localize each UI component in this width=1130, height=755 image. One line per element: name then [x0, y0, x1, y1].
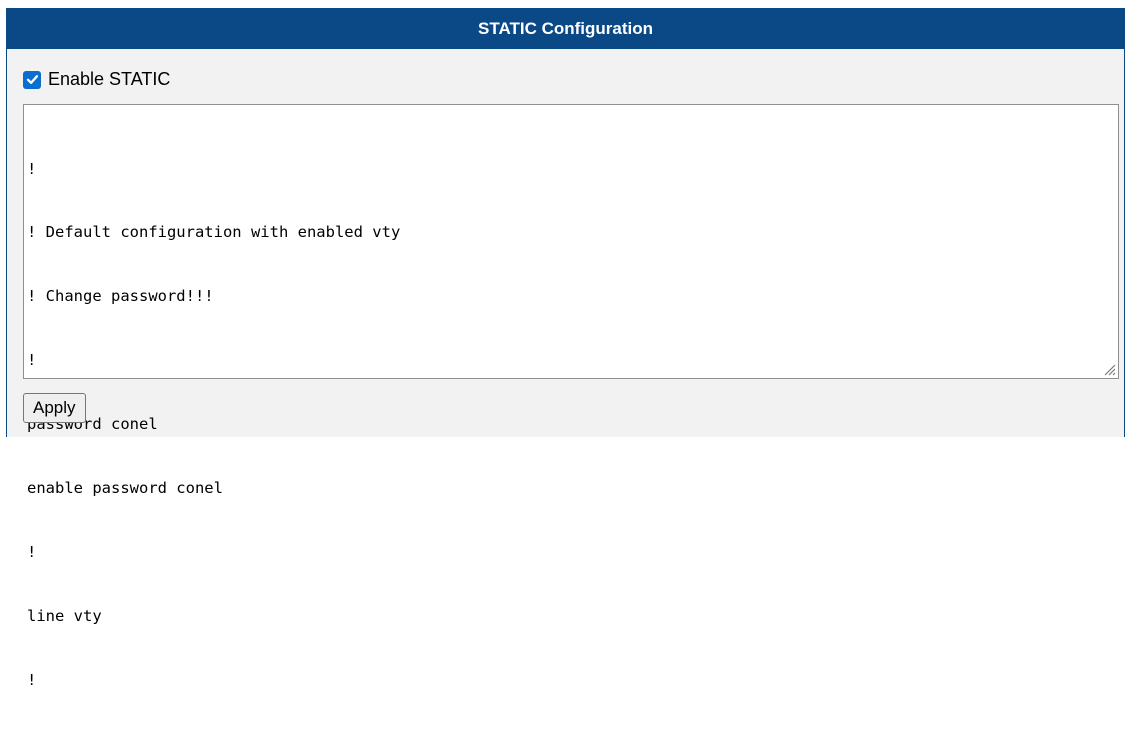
- checkmark-icon: [26, 75, 38, 84]
- apply-button[interactable]: Apply: [23, 393, 86, 423]
- config-line: password conel: [27, 415, 158, 434]
- config-textarea[interactable]: ! ! Default configuration with enabled v…: [23, 104, 1119, 689]
- resize-handle-icon[interactable]: [1102, 362, 1116, 376]
- panel-title: STATIC Configuration: [7, 9, 1124, 49]
- config-line: ! Change password!!!: [27, 287, 214, 306]
- config-line: enable password conel: [27, 479, 223, 498]
- enable-static-label: Enable STATIC: [48, 69, 171, 89]
- config-line: !: [27, 670, 37, 689]
- config-line: !: [27, 351, 37, 370]
- config-line: !: [27, 159, 37, 178]
- enable-static-checkbox[interactable]: [23, 70, 41, 89]
- enable-static-row[interactable]: Enable STATIC: [23, 69, 170, 90]
- config-line: !: [27, 542, 37, 561]
- config-line: line vty: [27, 606, 102, 625]
- config-line: ! Default configuration with enabled vty: [27, 223, 401, 242]
- static-configuration-panel: STATIC Configuration Enable STATIC ! ! D…: [6, 8, 1125, 689]
